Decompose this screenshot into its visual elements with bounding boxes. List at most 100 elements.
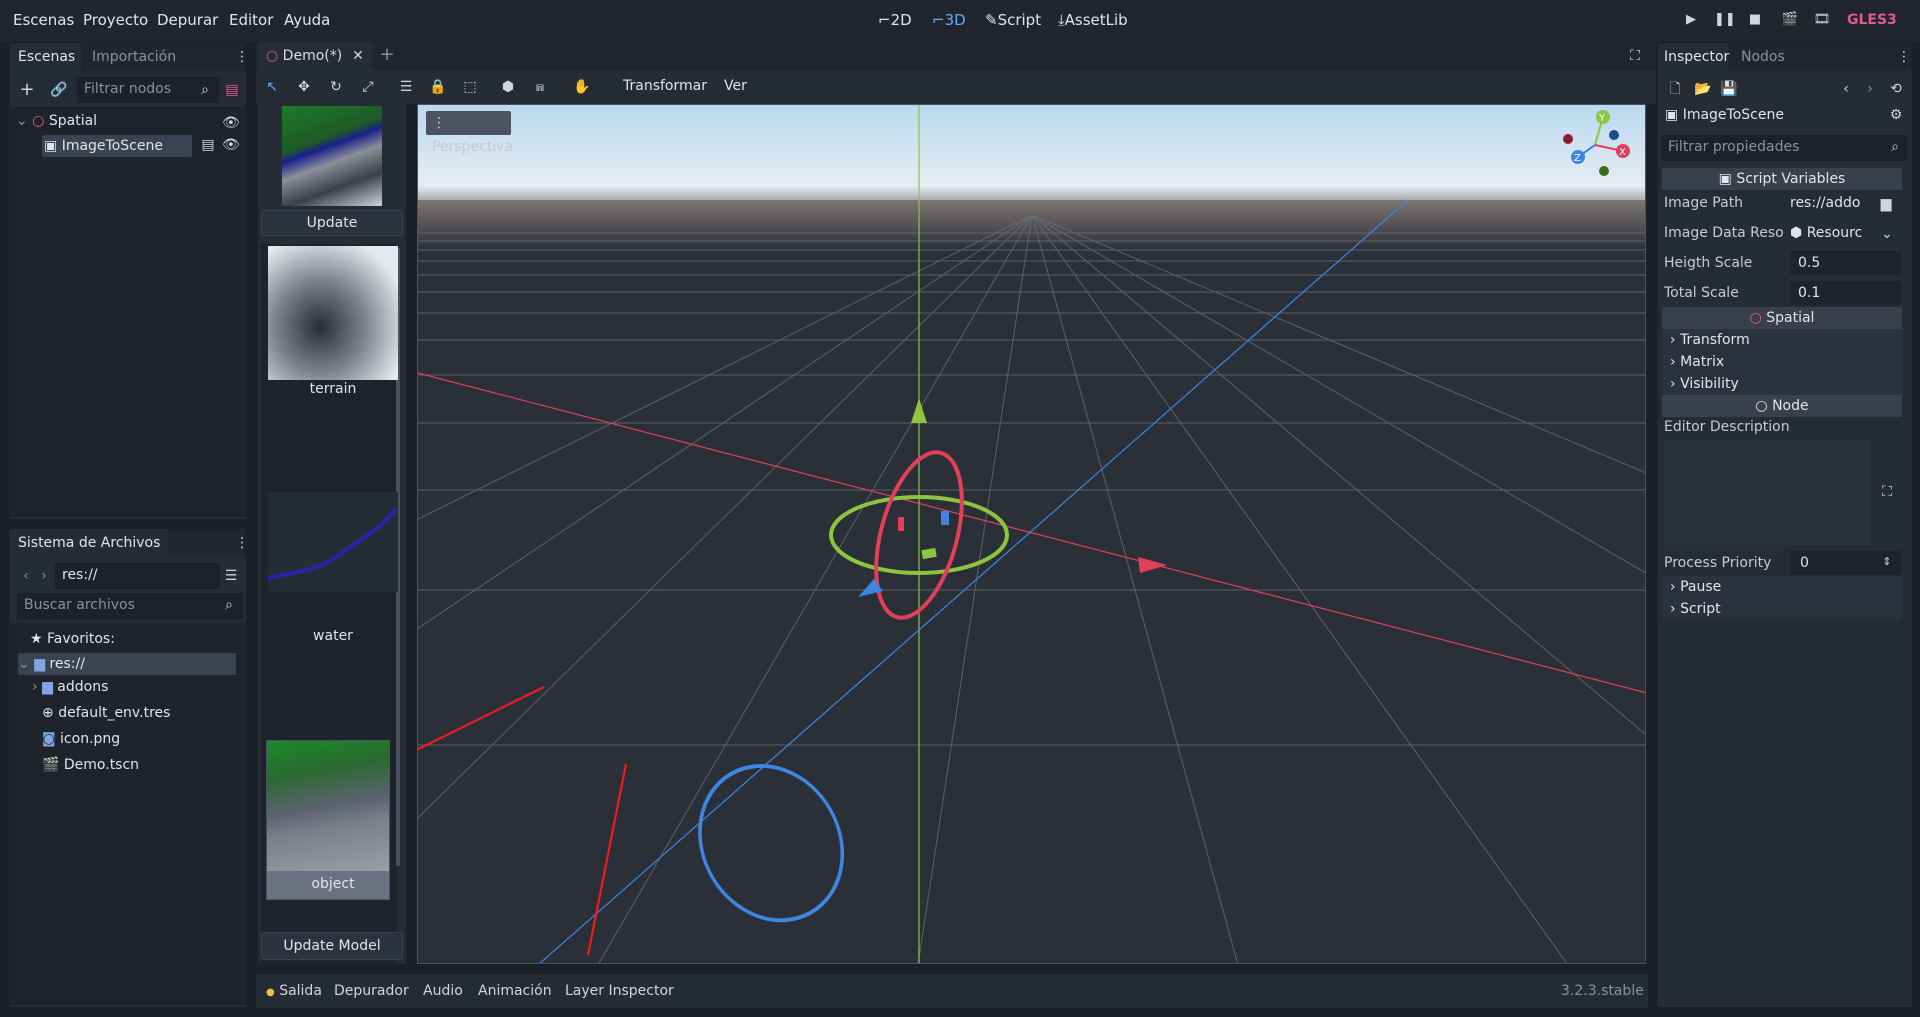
new-resource-icon[interactable]: 🗋 xyxy=(1665,79,1685,99)
tab-output[interactable]: ● Salida xyxy=(266,983,322,999)
tab-importacion[interactable]: Importación xyxy=(92,43,176,71)
workspace-2d-button[interactable]: ⌐2D xyxy=(878,11,912,29)
icon-png-row[interactable]: ◙ icon.png xyxy=(42,731,120,747)
tree-node-imagetoscene[interactable]: ▣ ImageToScene xyxy=(42,135,192,157)
image-path-field[interactable]: res://addo xyxy=(1790,195,1860,211)
play-custom-scene-icon[interactable]: 🎞 xyxy=(1813,12,1831,30)
folder-icon[interactable]: ▆ xyxy=(1878,194,1894,214)
select-tool-icon[interactable]: ↖ xyxy=(262,77,282,97)
group-script[interactable]: › Script xyxy=(1662,598,1902,620)
path-field[interactable]: res:// xyxy=(55,563,220,589)
group-icon[interactable]: ⬚ xyxy=(460,77,480,97)
menu-proyecto[interactable]: Proyecto xyxy=(83,11,148,29)
add-scene-tab-icon[interactable]: + xyxy=(378,45,396,65)
res-root-row[interactable]: ⌄ ▆ res:// xyxy=(18,653,236,675)
dock-menu-icon[interactable]: ⋮ xyxy=(235,47,249,67)
chevron-right-icon: › xyxy=(1670,354,1676,370)
renderer-select[interactable]: GLES3 xyxy=(1847,12,1897,28)
search-files-input[interactable]: Buscar archivos xyxy=(17,593,243,619)
group-transform[interactable]: › Transform xyxy=(1662,329,1902,351)
open-folder-icon[interactable]: 📂 xyxy=(1693,79,1713,99)
save-icon[interactable]: 💾 xyxy=(1719,79,1739,99)
prop-label-image-path: Image Path xyxy=(1664,195,1744,211)
total-scale-field[interactable]: 0.1 xyxy=(1790,281,1902,305)
object-properties-icon[interactable]: ⚙ xyxy=(1887,105,1905,125)
terrain-layer-image[interactable] xyxy=(268,246,398,380)
history-forward-icon[interactable]: › xyxy=(1863,79,1877,99)
workspace-3d-button[interactable]: ⌐3D xyxy=(932,11,966,29)
workspace-assetlib-button[interactable]: ⤓AssetLib xyxy=(1058,11,1128,29)
group-pause[interactable]: › Pause xyxy=(1662,576,1902,598)
group-visibility[interactable]: › Visibility xyxy=(1662,373,1902,395)
list-select-icon[interactable]: ☰ xyxy=(396,77,416,97)
3d-viewport[interactable]: Y X Z ⋮ Perspectiva xyxy=(417,104,1646,964)
3d-toolbar: ↖ ✥ ↻ ⤢ ☰ 🔒 ⬚ ⬢ ⩎ ✋ Transformar Ver xyxy=(256,70,1656,104)
scale-tool-icon[interactable]: ⤢ xyxy=(358,77,378,97)
group-matrix[interactable]: › Matrix xyxy=(1662,351,1902,373)
lock-icon[interactable]: 🔒 xyxy=(428,77,448,97)
close-icon[interactable]: ✕ xyxy=(350,46,366,66)
menu-escenas[interactable]: Escenas xyxy=(13,11,74,29)
history-icon[interactable]: ⟲ xyxy=(1887,79,1905,99)
demo-tscn-row[interactable]: 🎬 Demo.tscn xyxy=(42,757,139,773)
menu-editor[interactable]: Editor xyxy=(229,11,273,29)
expand-icon[interactable]: ⛶ xyxy=(1878,482,1896,502)
tab-filesystem[interactable]: Sistema de Archivos xyxy=(10,529,168,557)
snap-icon[interactable]: ⩎ xyxy=(530,77,550,97)
search-icon: ⌕ xyxy=(201,82,209,98)
section-node[interactable]: ○ Node xyxy=(1662,395,1902,417)
chevron-down-icon[interactable]: ⌄ xyxy=(1880,224,1894,244)
default-env-row[interactable]: ⊕ default_env.tres xyxy=(42,705,170,721)
preview-camera-icon[interactable]: ✋ xyxy=(572,77,592,97)
water-layer-image[interactable] xyxy=(267,492,398,592)
tree-node-spatial[interactable]: ⌄ ○ Spatial xyxy=(16,113,97,129)
dock-menu-icon[interactable]: ⋮ xyxy=(1897,47,1911,67)
menu-depurar[interactable]: Depurar xyxy=(157,11,218,29)
update-button[interactable]: Update xyxy=(261,210,403,236)
history-back-icon[interactable]: ‹ xyxy=(1839,79,1853,99)
script-attach-icon[interactable]: ▤ xyxy=(222,80,242,100)
perspective-menu[interactable]: ⋮ Perspectiva xyxy=(426,111,513,155)
transform-menu[interactable]: Transformar xyxy=(623,78,707,94)
update-model-button[interactable]: Update Model xyxy=(261,932,403,960)
height-scale-field[interactable]: 0.5 xyxy=(1790,251,1902,275)
tab-debugger[interactable]: Depurador xyxy=(334,983,409,999)
tab-inspector[interactable]: Inspector xyxy=(1658,43,1729,71)
rotate-tool-icon[interactable]: ↻ xyxy=(326,77,346,97)
section-spatial[interactable]: ○ Spatial xyxy=(1662,307,1902,329)
favorites-row[interactable]: ★ Favoritos: xyxy=(30,631,115,647)
image-data-resource-picker[interactable]: ⬢ Resourc xyxy=(1790,225,1862,241)
play-scene-icon[interactable]: 🎬 xyxy=(1781,12,1799,30)
pause-icon[interactable]: ❚❚ xyxy=(1714,12,1736,30)
filter-properties-input[interactable]: Filtrar propiedades xyxy=(1661,135,1907,161)
tab-nodos[interactable]: Nodos xyxy=(1741,43,1785,71)
split-view-icon[interactable]: ☰ xyxy=(221,566,241,586)
section-script-variables[interactable]: ▣ Script Variables xyxy=(1662,168,1902,190)
workspace-script-button[interactable]: ✎Script xyxy=(985,11,1041,29)
local-space-icon[interactable]: ⬢ xyxy=(498,77,518,97)
view-menu[interactable]: Ver xyxy=(724,78,747,94)
editor-description-textarea[interactable] xyxy=(1664,441,1870,545)
fullscreen-icon[interactable]: ⛶ xyxy=(1626,46,1644,66)
move-tool-icon[interactable]: ✥ xyxy=(294,77,314,97)
node-icon: ○ xyxy=(1755,398,1768,414)
resource-icon: ⬢ xyxy=(1790,225,1803,241)
addons-folder-row[interactable]: › ▆ addons xyxy=(32,679,108,695)
play-icon[interactable]: ▶ xyxy=(1682,12,1700,30)
visibility-eye-icon[interactable]: 👁 xyxy=(222,135,240,155)
forward-icon[interactable]: › xyxy=(37,566,51,586)
link-icon[interactable]: 🔗 xyxy=(49,80,69,100)
tab-audio[interactable]: Audio xyxy=(423,983,463,999)
spin-arrows-icon[interactable]: ⇕ xyxy=(1880,552,1894,572)
tab-animation[interactable]: Animación xyxy=(478,983,552,999)
back-icon[interactable]: ‹ xyxy=(19,566,33,586)
visibility-eye-icon[interactable]: 👁 xyxy=(222,113,240,133)
stop-icon[interactable]: ■ xyxy=(1746,12,1764,30)
add-node-icon[interactable]: + xyxy=(17,80,37,100)
tab-escenas[interactable]: Escenas xyxy=(10,43,81,71)
script-icon[interactable]: ▤ xyxy=(200,135,216,155)
dock-menu-icon[interactable]: ⋮ xyxy=(235,533,249,553)
tab-layer-inspector[interactable]: Layer Inspector xyxy=(565,983,674,999)
menu-ayuda[interactable]: Ayuda xyxy=(284,11,330,29)
inspected-object[interactable]: ▣ ImageToScene xyxy=(1665,107,1784,123)
